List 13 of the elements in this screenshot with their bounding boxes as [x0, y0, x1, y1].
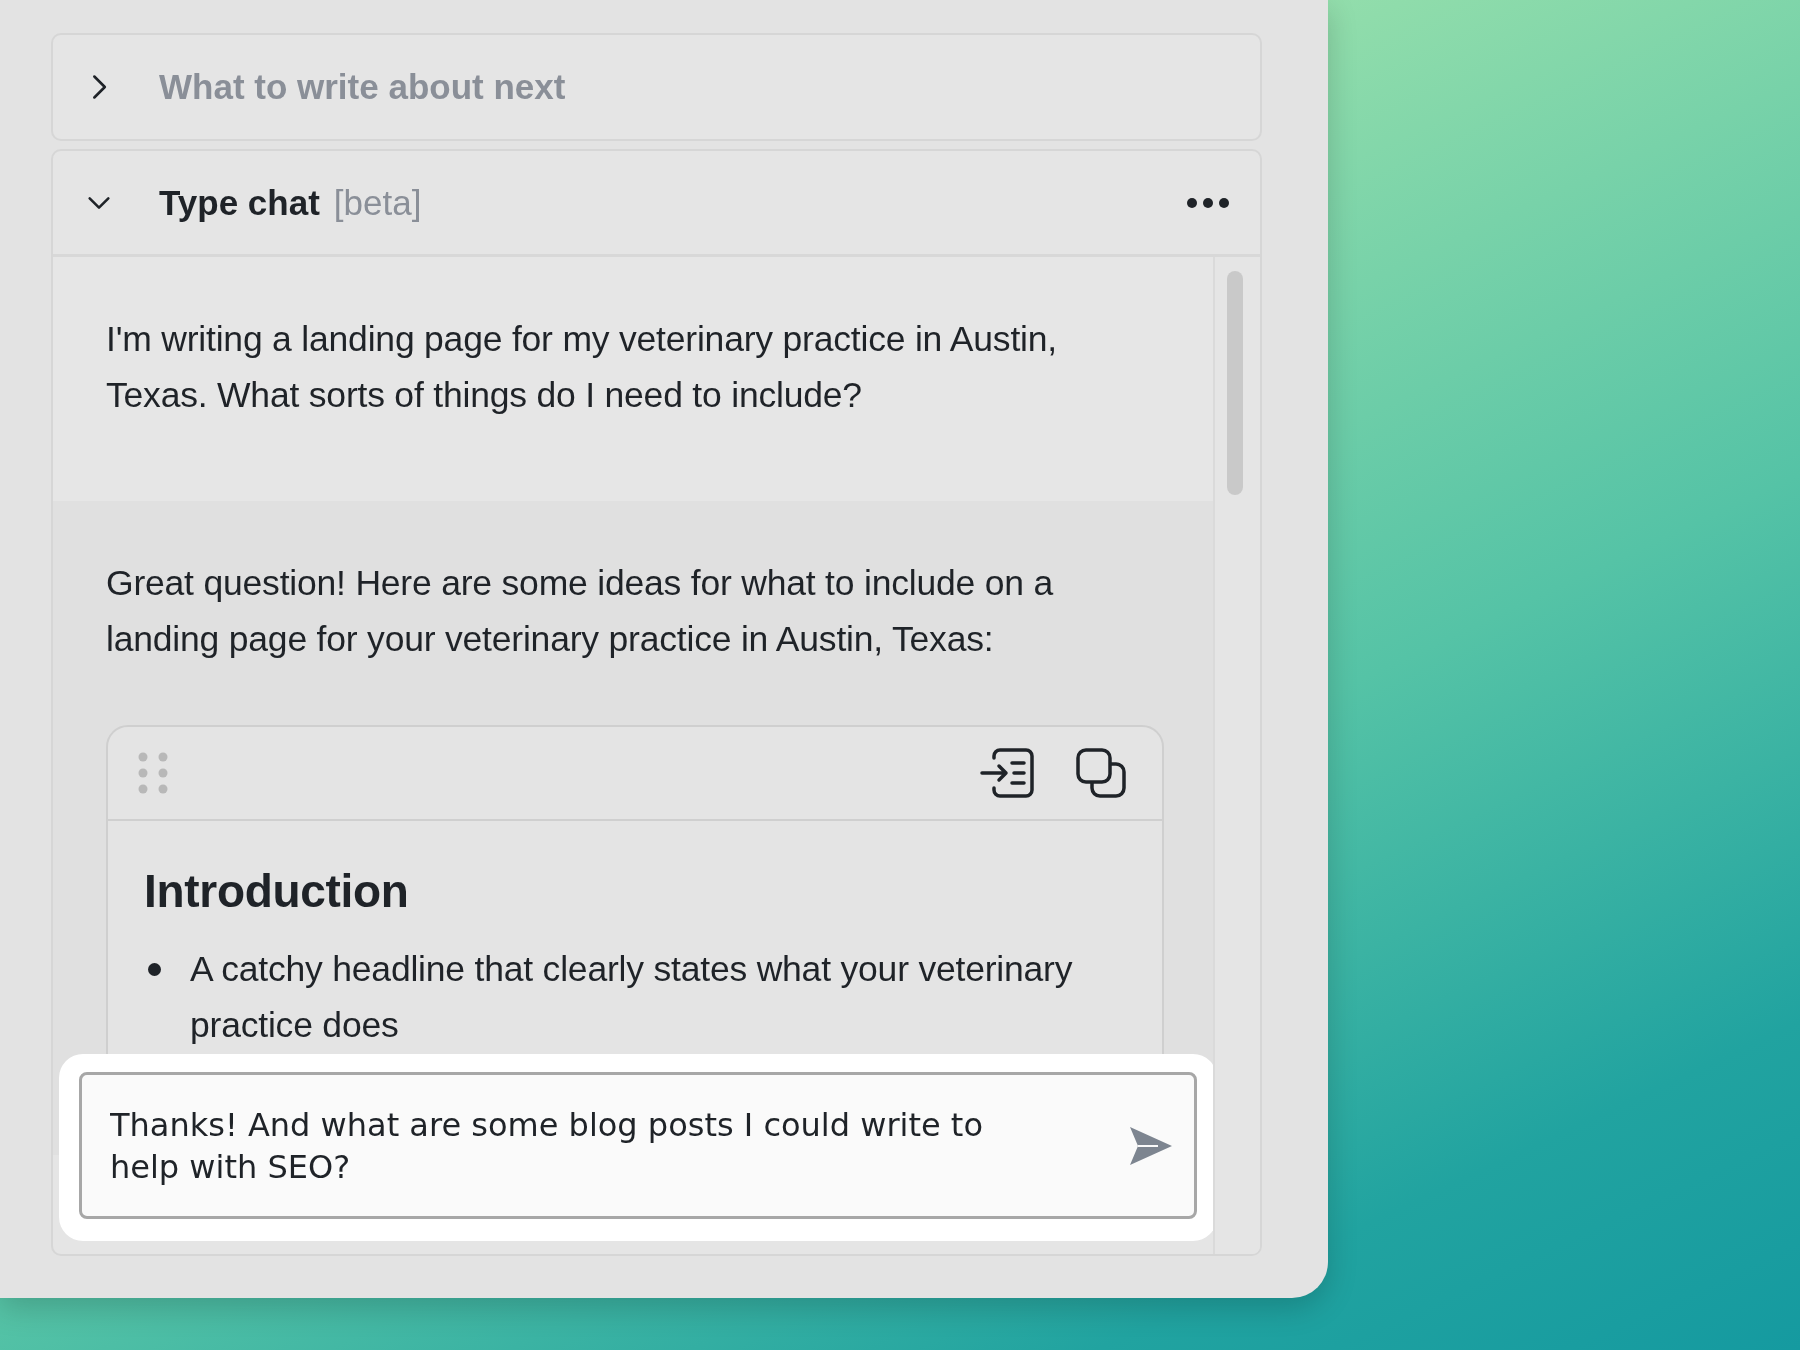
- copy-icon[interactable]: [1076, 748, 1126, 798]
- scrollbar-thumb[interactable]: [1227, 271, 1243, 495]
- bullet-text: A catchy headline that clearly states what your veterinary practice does: [190, 948, 1074, 1047]
- more-button[interactable]: [1186, 196, 1230, 209]
- beta-tag: [beta]: [333, 182, 422, 223]
- drag-handle-icon[interactable]: [138, 752, 168, 794]
- section-heading: Introduction: [144, 864, 410, 919]
- user-message: I'm writing a landing page for my veterinary practice in Austin, Texas. What sorts of things do I need to include?: [106, 318, 1058, 417]
- bullet-icon: [148, 963, 161, 976]
- section-toggle[interactable]: Type chat [beta]: [85, 182, 422, 223]
- insert-icon[interactable]: [980, 748, 1036, 798]
- assistant-message: Great question! Here are some ideas for what to include on a landing page for your veterinary practice in Austin, Texas:: [106, 562, 1055, 661]
- message-field[interactable]: Thanks! And what are some blog posts I could write to help with SEO?: [79, 1072, 1197, 1219]
